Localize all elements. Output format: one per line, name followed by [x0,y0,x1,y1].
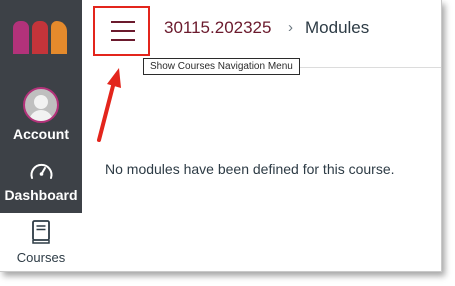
empty-modules-message: No modules have been defined for this co… [105,161,395,177]
hamburger-menu-icon [111,21,135,41]
book-icon [32,220,50,244]
speedometer-icon [30,163,53,179]
app-window: Account Dashboard Courses 30115.202325 ›… [0,0,442,272]
user-avatar-icon [23,87,59,123]
sidebar-item-label: Account [13,126,69,142]
institution-logo[interactable] [13,21,69,54]
tooltip: Show Courses Navigation Menu [143,58,300,75]
sidebar-item-label: Courses [16,250,66,265]
courses-navigation-menu-button[interactable] [93,6,150,56]
red-arrow-icon [97,68,121,142]
breadcrumb-current-page: Modules [305,18,370,37]
sidebar-item-courses[interactable]: Courses [0,213,82,271]
breadcrumb-separator: › [288,19,293,36]
breadcrumb-course-link[interactable]: 30115.202325 [164,18,271,38]
global-navigation: Account Dashboard Courses [0,0,82,271]
sidebar-item-label: Dashboard [4,187,78,203]
